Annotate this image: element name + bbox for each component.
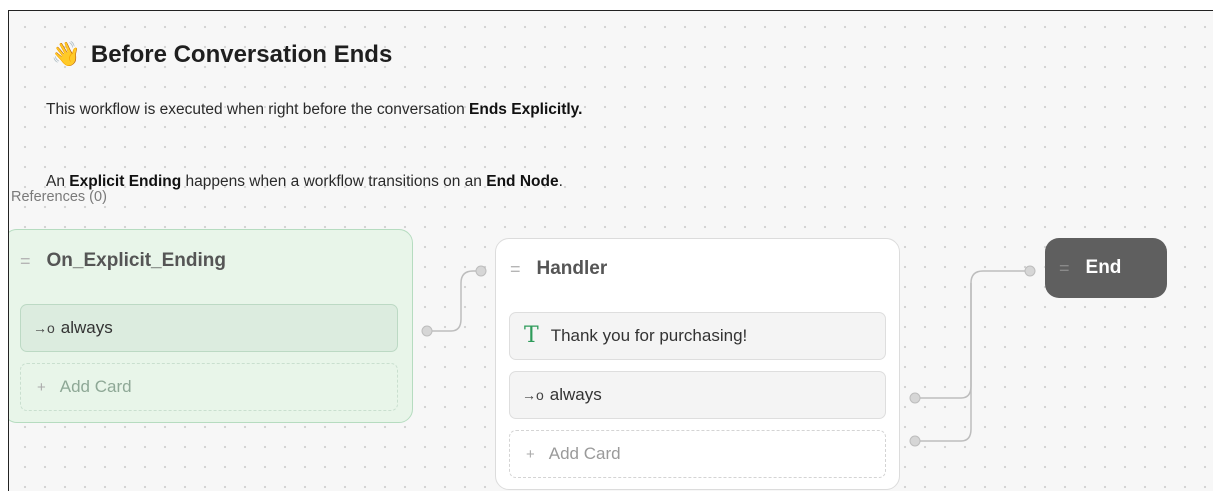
description-emphasis: Ends Explicitly. [469, 101, 583, 118]
node-title: Handler [536, 258, 608, 279]
description-text: This workflow is executed when right bef… [46, 101, 470, 118]
node-header: = On_Explicit_Ending [20, 250, 226, 272]
text-card-label: Thank you for purchasing! [550, 326, 748, 345]
edge-handler-to-end [915, 270, 1030, 399]
note-text-a: An [46, 173, 70, 190]
plus-icon: + [526, 445, 535, 463]
node-title: On_Explicit_Ending [46, 250, 226, 271]
node-title: End [1085, 257, 1122, 278]
workflow-description: This workflow is executed when right bef… [46, 99, 666, 121]
edge-start-to-handler [427, 270, 481, 332]
condition-card-always[interactable]: →o always [509, 371, 886, 419]
references-link[interactable]: References (0) [11, 189, 107, 205]
port-handler-out-always [909, 392, 921, 404]
text-card[interactable]: T Thank you for purchasing! [509, 312, 886, 360]
note-emphasis-end-node: End Node [486, 173, 559, 190]
node-on-explicit-ending[interactable]: = On_Explicit_Ending →o always + Add Car… [9, 229, 413, 423]
add-card-button[interactable]: + Add Card [509, 430, 886, 478]
node-header: = End [1059, 257, 1121, 279]
page-title: Before Conversation Ends [90, 41, 393, 68]
condition-card-always[interactable]: →o always [20, 304, 398, 352]
waving-hand-icon: 👋 [51, 41, 81, 68]
note-text-b: happens when a workflow transitions on a… [181, 173, 487, 190]
note-text-c: . [558, 173, 563, 190]
port-handler-in [475, 265, 487, 277]
note-emphasis-explicit-ending: Explicit Ending [69, 173, 182, 190]
port-handler-out-fallback [909, 435, 921, 447]
text-icon: T [524, 323, 539, 348]
transition-arrow-icon: →o [33, 320, 55, 336]
drag-handle-icon[interactable]: = [20, 252, 31, 270]
page-header: 👋 Before Conversation Ends [51, 41, 392, 69]
condition-label: always [549, 385, 602, 404]
transition-arrow-icon: →o [522, 387, 544, 403]
port-start-out [421, 325, 433, 337]
plus-icon: + [37, 378, 46, 396]
node-end[interactable]: = End [1045, 238, 1167, 298]
drag-handle-icon[interactable]: = [510, 260, 521, 278]
explicit-ending-note: An Explicit Ending happens when a workfl… [46, 171, 563, 193]
workflow-canvas[interactable]: 👋 Before Conversation Ends This workflow… [8, 10, 1213, 491]
node-header: = Handler [510, 258, 607, 280]
edge-handler-fallback-to-end [915, 283, 972, 442]
drag-handle-icon[interactable]: = [1059, 259, 1070, 277]
add-card-label: Add Card [59, 377, 132, 396]
add-card-label: Add Card [548, 444, 621, 463]
node-handler[interactable]: = Handler T Thank you for purchasing! →o… [495, 238, 900, 490]
add-card-button[interactable]: + Add Card [20, 363, 398, 411]
port-end-in [1024, 265, 1036, 277]
condition-label: always [60, 318, 113, 337]
